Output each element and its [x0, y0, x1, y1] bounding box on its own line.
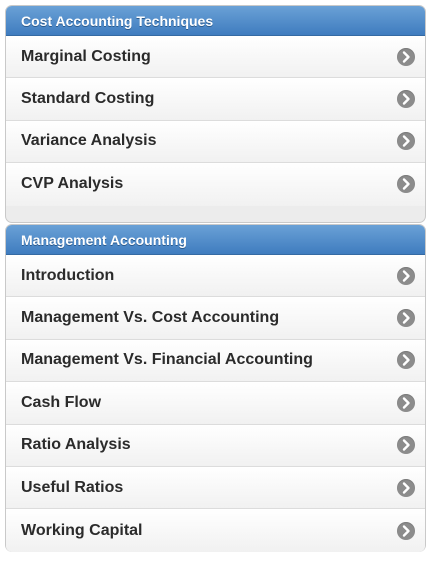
chevron-right-icon [397, 436, 415, 455]
list-item-introduction[interactable]: Introduction [6, 255, 425, 298]
section-header: Cost Accounting Techniques [6, 6, 425, 36]
list-item-standard-costing[interactable]: Standard Costing [6, 78, 425, 121]
list-item-label: Working Capital [21, 521, 143, 539]
chevron-right-icon [397, 47, 415, 66]
list-item-label: Marginal Costing [21, 47, 151, 65]
list-item-working-capital[interactable]: Working Capital [6, 509, 425, 552]
chevron-right-icon [397, 521, 415, 540]
list-item-label: Useful Ratios [21, 478, 124, 496]
list-item-marginal-costing[interactable]: Marginal Costing [6, 36, 425, 79]
chevron-right-icon [397, 351, 415, 370]
list-item-label: CVP Analysis [21, 175, 124, 193]
list-item-ratio-analysis[interactable]: Ratio Analysis [6, 424, 425, 467]
chevron-right-icon [397, 309, 415, 328]
chevron-right-icon [397, 132, 415, 151]
list-item-label: Management Vs. Financial Accounting [21, 351, 313, 369]
list-item-label: Ratio Analysis [21, 436, 131, 454]
chevron-right-icon [397, 175, 415, 194]
list-item-management-vs-financial-accounting[interactable]: Management Vs. Financial Accounting [6, 339, 425, 383]
section-header: Management Accounting [6, 225, 425, 255]
list-item-label: Cash Flow [21, 393, 102, 411]
list-item-management-vs-cost-accounting[interactable]: Management Vs. Cost Accounting [6, 297, 425, 340]
list-item-cash-flow[interactable]: Cash Flow [6, 382, 425, 425]
list-item-label: Standard Costing [21, 90, 155, 108]
list-item-label: Variance Analysis [21, 132, 157, 150]
list-item-useful-ratios[interactable]: Useful Ratios [6, 466, 425, 510]
section-cost-accounting-techniques: Cost Accounting Techniques Marginal Cost… [5, 5, 426, 223]
list-item-label: Management Vs. Cost Accounting [21, 309, 280, 327]
list-item-cvp-analysis[interactable]: CVP Analysis [6, 163, 425, 206]
list-item-variance-analysis[interactable]: Variance Analysis [6, 120, 425, 164]
chevron-right-icon [397, 266, 415, 285]
list-item-label: Introduction [21, 266, 115, 284]
chevron-right-icon [397, 478, 415, 497]
chevron-right-icon [397, 393, 415, 412]
chevron-right-icon [397, 90, 415, 109]
section-management-accounting: Management Accounting Introduction Manag… [5, 224, 426, 552]
